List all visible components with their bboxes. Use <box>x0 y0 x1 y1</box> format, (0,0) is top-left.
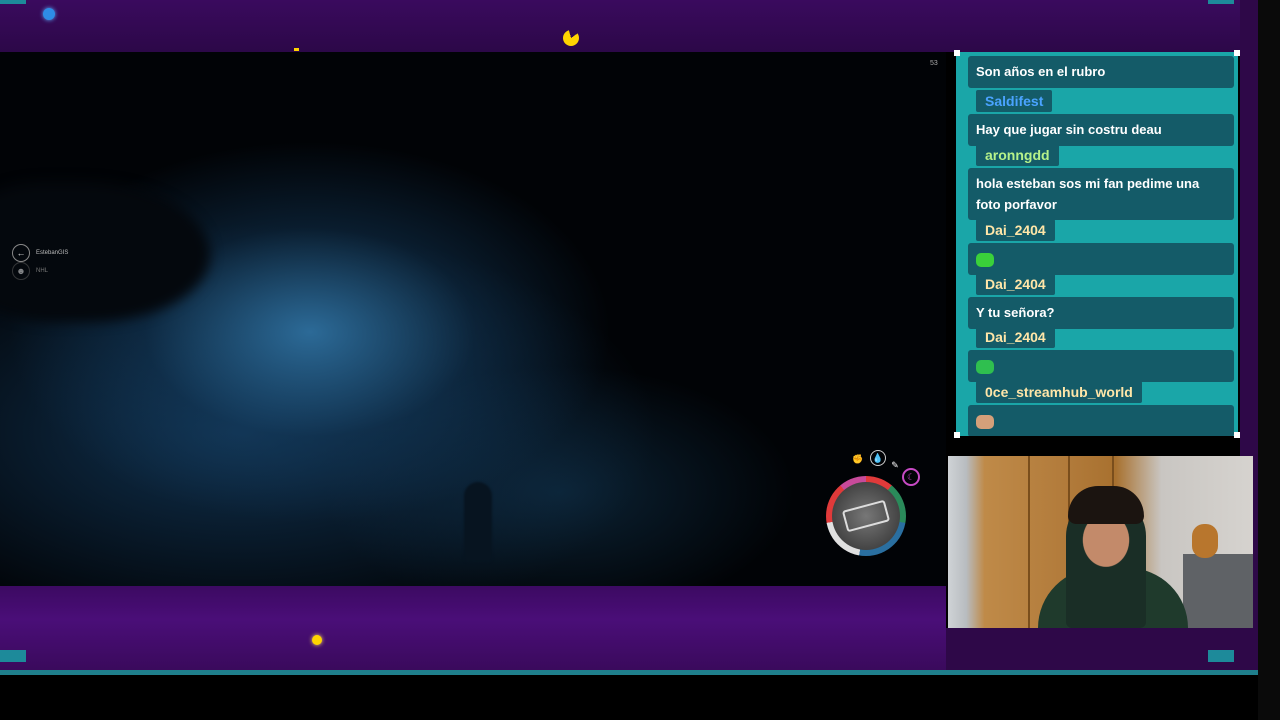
streamer-hair <box>1068 486 1144 524</box>
wrench-icon: ✎ <box>891 459 899 470</box>
player-list: ← EstebanGIS ☻ NHL <box>12 244 68 280</box>
chat-message: Son años en el rubro <box>968 56 1234 88</box>
arrow-icon: ← <box>12 244 30 262</box>
overlay-top-bar <box>0 0 1258 52</box>
pellet-icon <box>294 48 299 51</box>
chat-message-text: Hay que jugar sin costru deau <box>976 122 1162 137</box>
chat-username[interactable]: aronngdd <box>976 144 1059 166</box>
screen-edge <box>1258 0 1280 720</box>
fps-counter: 53 <box>930 60 938 67</box>
chat-message-body <box>968 405 1234 436</box>
fist-icon: ✊ <box>852 453 864 464</box>
water-drop-icon: 💧 <box>870 450 886 466</box>
chat-message-body: hola esteban sos mi fan pedime una foto … <box>968 168 1234 220</box>
player-row: ← EstebanGIS <box>12 244 68 262</box>
sofa <box>1183 554 1253 628</box>
chat-message-body: Y tu señora? <box>968 297 1234 329</box>
chat-message-body: Son años en el rubro <box>968 56 1234 88</box>
chat-message: Dai_2404 Y tu señora? <box>968 273 1234 329</box>
chat-message-body <box>968 243 1234 275</box>
figure-silhouette <box>464 482 492 562</box>
chat-message: aronngdd hola esteban sos mi fan pedime u… <box>968 144 1234 220</box>
chat-username[interactable]: Dai_2404 <box>976 326 1055 348</box>
chat-username[interactable]: 0ce_streamhub_world <box>976 381 1142 403</box>
chat-message: Dai_2404 <box>968 219 1234 275</box>
chat-panel: Son años en el rubro Saldifest Hay que jug… <box>956 52 1238 436</box>
player-row: ☻ NHL <box>12 262 68 280</box>
chat-corner <box>954 50 960 56</box>
green-slime-icon <box>976 252 994 267</box>
chat-username[interactable]: Dai_2404 <box>976 273 1055 295</box>
chat-username[interactable]: Saldifest <box>976 90 1053 112</box>
cat-icon <box>976 414 994 429</box>
corner-tile <box>0 0 26 4</box>
green-face-icon <box>976 359 994 374</box>
overlay-bottom-bar <box>0 586 946 670</box>
chat-corner <box>954 432 960 438</box>
chat-corner <box>1234 50 1240 56</box>
player-name: EstebanGIS <box>36 250 69 256</box>
chat-message-body: Hay que jugar sin costru deau <box>968 114 1234 146</box>
chat-message-body <box>968 350 1234 382</box>
power-pellet-icon <box>312 635 322 645</box>
game-viewport: 53 ← EstebanGIS ☻ NHL ✊ 💧 ✎ ☾ <box>0 52 946 586</box>
chat-message: Dai_2404 <box>968 326 1234 382</box>
avatar-icon: ☻ <box>12 262 30 280</box>
vitals-hud: ✊ 💧 ✎ ☾ <box>822 448 922 558</box>
corner-tile <box>1208 650 1234 662</box>
webcam-feed <box>948 456 1253 628</box>
chat-message: 0ce_streamhub_world <box>968 381 1234 436</box>
corner-tile <box>1208 0 1234 4</box>
plush-toy <box>1192 524 1218 558</box>
overlay-bottom-strip <box>946 628 1258 670</box>
weapon-icon <box>832 482 900 550</box>
chat-corner <box>1234 432 1240 438</box>
ghost-icon <box>43 8 55 20</box>
moon-icon: ☾ <box>902 468 920 486</box>
overlay-accent-line <box>0 670 1258 675</box>
chat-message-text: Son años en el rubro <box>976 64 1106 79</box>
pacman-icon <box>563 30 579 46</box>
chat-message-text: Y tu señora? <box>976 305 1055 320</box>
chat-username[interactable]: Dai_2404 <box>976 219 1055 241</box>
chat-message-text: hola esteban sos mi fan pedime una foto … <box>976 176 1200 212</box>
corner-tile <box>0 650 26 662</box>
player-name: NHL <box>36 268 49 274</box>
chat-message: Saldifest Hay que jugar sin costru deau <box>968 90 1234 146</box>
